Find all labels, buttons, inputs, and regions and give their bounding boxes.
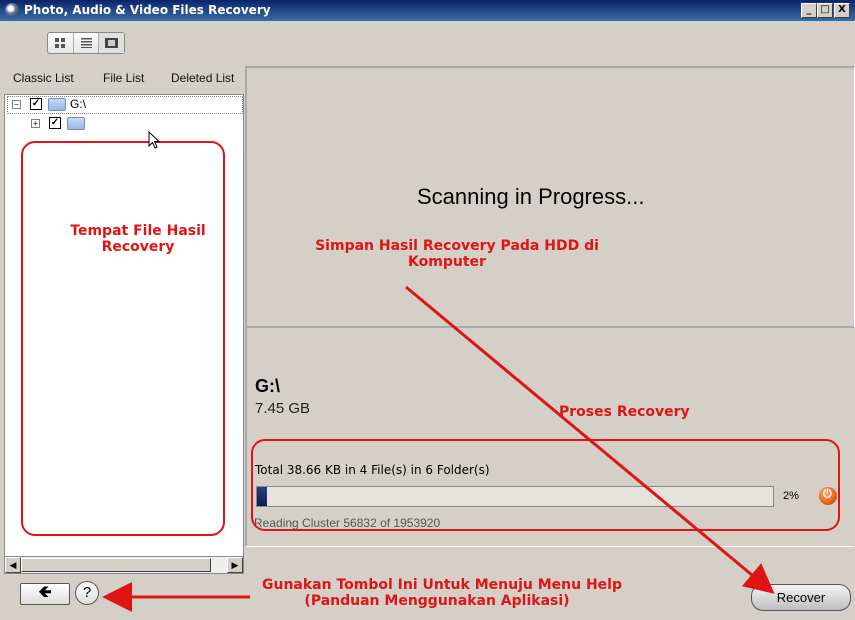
annotation-arrows [102,285,775,612]
mouse-cursor-icon [148,131,160,149]
arrow-to-recover [405,285,775,594]
